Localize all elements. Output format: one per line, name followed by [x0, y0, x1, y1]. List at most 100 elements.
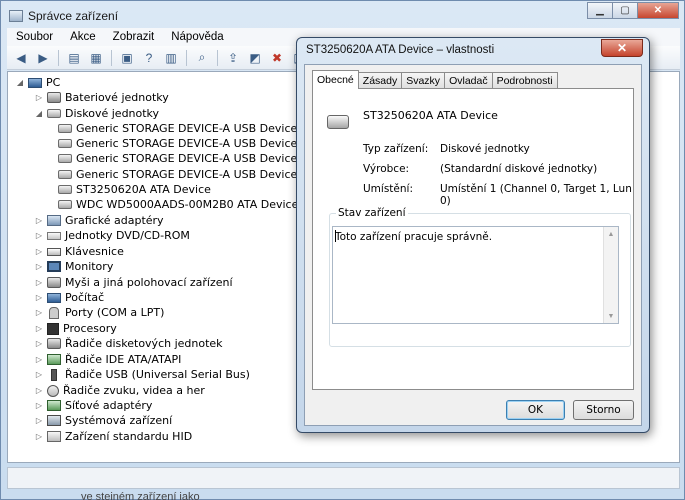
tree-node[interactable]: ▷ Řadiče USB (Universal Serial Bus)	[35, 367, 250, 382]
collapse-arrow-icon[interactable]: ◢	[35, 109, 43, 118]
expand-arrow-icon[interactable]: ▷	[35, 432, 43, 441]
minimize-button[interactable]: ▁	[587, 2, 613, 19]
cancel-button[interactable]: Storno	[573, 400, 634, 420]
expand-arrow-icon[interactable]: ▷	[35, 401, 43, 410]
collapse-arrow-icon[interactable]: ◢	[16, 78, 24, 87]
tree-node[interactable]: ▷ Počítač	[35, 290, 104, 305]
menu-file[interactable]: Soubor	[7, 31, 61, 43]
tree-node[interactable]: ▷ Řadiče IDE ATA/ATAPI	[35, 352, 181, 367]
expand-arrow-icon[interactable]: ▷	[35, 355, 43, 364]
disk-icon	[58, 200, 72, 209]
tab-details[interactable]: Podrobnosti	[491, 72, 558, 89]
device-status-text: Toto zařízení pracuje správně.	[335, 231, 493, 243]
forward-icon[interactable]: ▶	[33, 49, 53, 67]
tree-child-node[interactable]: WDC WD5000AADS-00M2B0 ATA Device	[58, 197, 298, 212]
menu-action[interactable]: Akce	[61, 31, 104, 43]
uninstall-device-icon[interactable]: ✖	[267, 49, 287, 67]
expand-arrow-icon[interactable]: ▷	[35, 293, 43, 302]
tree-node-label: Grafické adaptéry	[65, 214, 164, 227]
ok-button[interactable]: OK	[506, 400, 565, 420]
tree-node[interactable]: ▷ Myši a jiná polohovací zařízení	[35, 275, 233, 290]
tree-node-label: Počítač	[65, 291, 105, 304]
tab-strip: Obecné Zásady Svazky Ovladač Podrobnosti	[312, 70, 558, 89]
expand-arrow-icon[interactable]: ▷	[35, 386, 43, 395]
tree-root-label: PC	[46, 76, 61, 89]
maximize-button[interactable]: ▢	[612, 2, 638, 19]
up-level-icon[interactable]: ▦	[86, 49, 106, 67]
tree-node[interactable]: ▷ Síťové adaptéry	[35, 398, 153, 413]
tree-node[interactable]: ▷ Řadiče disketových jednotek	[35, 336, 223, 351]
tree-node-label: Řadiče USB (Universal Serial Bus)	[65, 368, 250, 381]
tree-node[interactable]: ▷ Monitory	[35, 259, 113, 274]
show-hide-console-tree-icon[interactable]: ▤	[64, 49, 84, 67]
computer-icon	[47, 292, 61, 303]
device-header: ST3250620A ATA Device	[327, 101, 498, 129]
tree-node[interactable]: ▷ Řadiče zvuku, videa a her	[35, 383, 205, 398]
expand-arrow-icon[interactable]: ▷	[35, 324, 43, 333]
bottom-partial-text: ve stejném zařízení jako	[81, 491, 200, 500]
tree-child-node[interactable]: Generic STORAGE DEVICE-A USB Device	[58, 136, 297, 151]
tree-node[interactable]: ▷ Porty (COM a LPT)	[35, 305, 165, 320]
tree-root-pc[interactable]: ◢ PC	[16, 75, 60, 90]
back-icon[interactable]: ◀	[11, 49, 31, 67]
tab-general[interactable]: Obecné	[312, 70, 359, 89]
expand-arrow-icon[interactable]: ▷	[35, 308, 43, 317]
tree-child-node[interactable]: Generic STORAGE DEVICE-A USB Device	[58, 121, 297, 136]
device-type-value: Diskové jednotky	[440, 143, 530, 155]
disk-icon	[58, 170, 72, 179]
expand-arrow-icon[interactable]: ▷	[35, 216, 43, 225]
dialog-close-button[interactable]: ✕	[601, 39, 643, 57]
status-scrollbar[interactable]: ▲ ▼	[603, 227, 618, 323]
tree-node-label: WDC WD5000AADS-00M2B0 ATA Device	[76, 198, 299, 211]
properties-dialog: ST3250620A ATA Device – vlastnosti ✕ Obe…	[296, 37, 650, 433]
expand-arrow-icon[interactable]: ▷	[35, 262, 43, 271]
status-bar	[7, 467, 680, 489]
scroll-down-arrow-icon[interactable]: ▼	[604, 309, 618, 323]
tree-node[interactable]: ▷ Bateriové jednotky	[35, 90, 169, 105]
device-status-label: Stav zařízení	[336, 207, 408, 219]
expand-arrow-icon[interactable]: ▷	[35, 93, 43, 102]
action-pane-icon[interactable]: ▥	[161, 49, 181, 67]
disk-icon	[58, 124, 72, 133]
tree-child-node[interactable]: Generic STORAGE DEVICE-A USB Device	[58, 151, 297, 166]
tree-child-node[interactable]: ST3250620A ATA Device	[58, 182, 211, 197]
tree-node[interactable]: ▷ Grafické adaptéry	[35, 213, 164, 228]
expand-arrow-icon[interactable]: ▷	[35, 416, 43, 425]
menu-view[interactable]: Zobrazit	[104, 31, 163, 43]
update-driver-icon[interactable]: ⇪	[223, 49, 243, 67]
tree-node[interactable]: ▷ Systémová zařízení	[35, 413, 172, 428]
menu-help[interactable]: Nápověda	[162, 31, 231, 43]
tree-node-label: Monitory	[65, 260, 114, 273]
scan-hardware-icon[interactable]: ⌕	[192, 49, 212, 67]
tree-node[interactable]: ▷ Zařízení standardu HID	[35, 429, 192, 444]
usb-icon	[51, 368, 57, 381]
tree-node-label: Diskové jednotky	[65, 107, 160, 120]
window-controls: ▁ ▢ ✕	[587, 2, 679, 19]
expand-arrow-icon[interactable]: ▷	[35, 247, 43, 256]
expand-arrow-icon[interactable]: ▷	[35, 339, 43, 348]
title-bar: Správce zařízení	[9, 8, 118, 24]
close-button[interactable]: ✕	[637, 2, 679, 19]
properties-icon[interactable]: ▣	[117, 49, 137, 67]
ide-controller-icon	[47, 354, 61, 365]
tree-node[interactable]: ◢ Diskové jednotky	[35, 106, 159, 121]
scroll-up-arrow-icon[interactable]: ▲	[604, 227, 618, 241]
tree-node[interactable]: ▷ Procesory	[35, 321, 117, 336]
tab-policies[interactable]: Zásady	[357, 72, 403, 89]
help-icon[interactable]: ?	[139, 49, 159, 67]
disable-device-icon[interactable]: ◩	[245, 49, 265, 67]
device-status-textbox[interactable]: Toto zařízení pracuje správně. ▲ ▼	[332, 226, 619, 324]
tab-driver[interactable]: Ovladač	[444, 72, 493, 89]
disk-icon	[58, 139, 72, 148]
tree-node[interactable]: ▷ Klávesnice	[35, 244, 124, 259]
tree-child-node[interactable]: Generic STORAGE DEVICE-A USB Device	[58, 167, 297, 182]
expand-arrow-icon[interactable]: ▷	[35, 278, 43, 287]
tree-node[interactable]: ▷ Jednotky DVD/CD-ROM	[35, 228, 190, 243]
tree-node-label: Řadiče zvuku, videa a her	[63, 384, 205, 397]
dvd-drive-icon	[47, 231, 61, 240]
display-adapter-icon	[47, 215, 61, 226]
expand-arrow-icon[interactable]: ▷	[35, 231, 43, 240]
expand-arrow-icon[interactable]: ▷	[35, 370, 43, 379]
sound-icon	[47, 384, 59, 397]
tab-volumes[interactable]: Svazky	[401, 72, 446, 89]
